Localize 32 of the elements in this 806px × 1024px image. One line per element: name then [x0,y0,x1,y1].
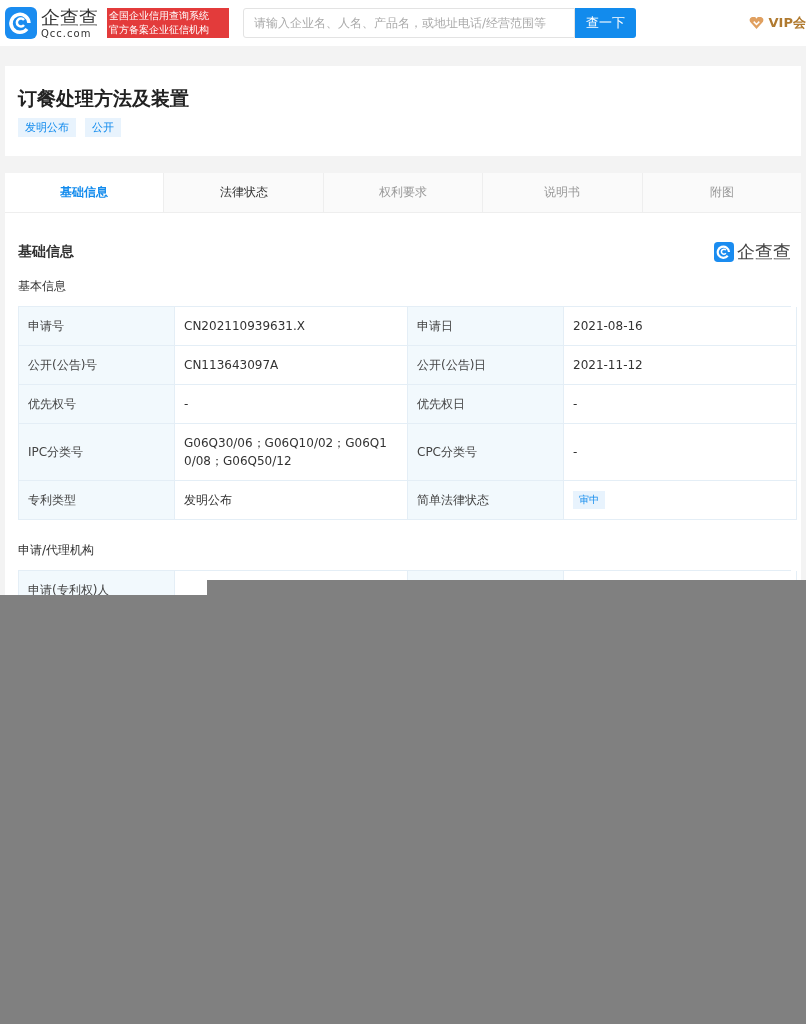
label-cell: 公开(公告)号 [19,346,175,385]
logo-icon [714,242,734,262]
label-cell: 申请号 [19,307,175,346]
status-tag: 发明公布 [18,118,76,137]
tab[interactable]: 法律状态 [163,173,323,212]
search-button[interactable]: 查一下 [575,8,636,38]
patent-title: 订餐处理方法及装置 [18,86,190,110]
status-tag: 审中 [573,491,605,509]
label-cell: 公开(公告)日 [408,346,564,385]
section-title: 基础信息 [18,243,74,261]
subsection-title: 申请/代理机构 [18,542,96,558]
label-cell: CPC分类号 [408,424,564,481]
logo-domain: Qcc.com [41,28,93,39]
label-cell: 优先权号 [19,385,175,424]
label-cell: IPC分类号 [19,424,175,481]
table-cell: - [564,385,797,424]
logo-icon [5,7,37,39]
label-cell: 简单法律状态 [408,481,564,520]
label-cell: 专利类型 [19,481,175,520]
subsection-title: 基本信息 [18,278,67,294]
table-cell: 2021-11-12 [564,346,797,385]
status-tag: 公开 [85,118,121,137]
table-cell: 2021-08-16 [564,307,797,346]
label-cell: 申请日 [408,307,564,346]
table-cell: - [564,424,797,481]
heart-icon [748,16,764,30]
vip-link[interactable]: VIP会 [768,14,806,32]
label-cell: 优先权日 [408,385,564,424]
certification-badge: 全国企业信用查询系统 官方备案企业征信机构 [107,8,229,38]
logo-text: 企查查 [41,7,99,28]
logo-text: 企查查 [737,240,791,264]
search-field[interactable]: 请输入企业名、人名、产品名，或地址电话/经营范围等 [243,8,575,38]
